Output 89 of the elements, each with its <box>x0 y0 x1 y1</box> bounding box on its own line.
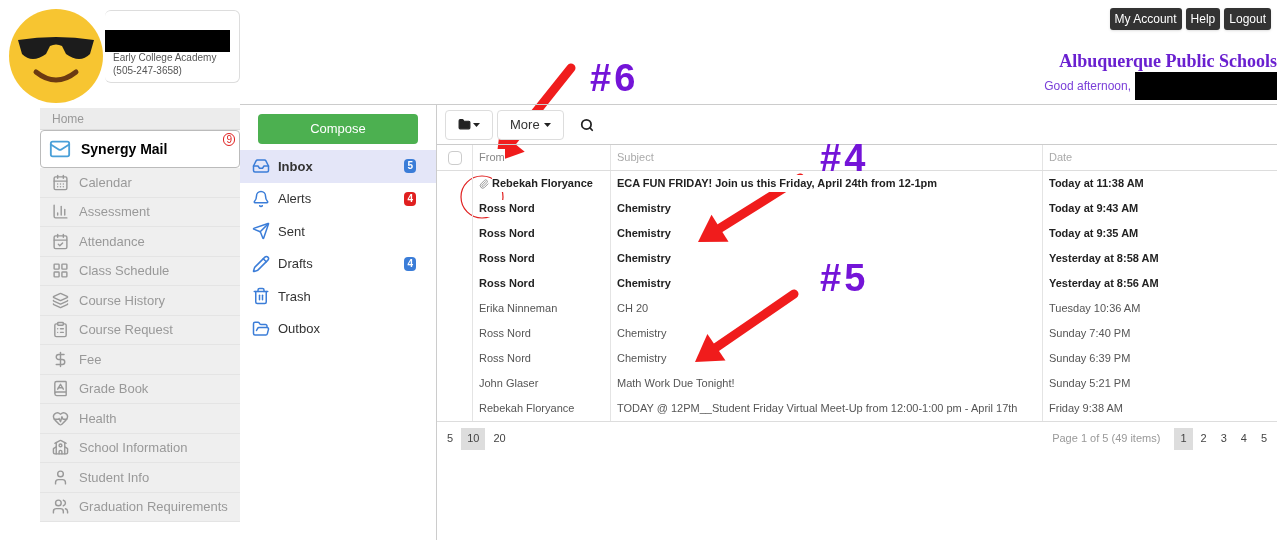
page-size-option[interactable]: 5 <box>441 427 460 450</box>
sender-cell: Rebekah Floryance <box>492 175 593 192</box>
nav-label: Student Info <box>79 468 150 487</box>
nav-label: Course Request <box>79 321 173 339</box>
envelope-icon <box>49 138 71 160</box>
nav-label: Course History <box>79 291 165 310</box>
folder-label: Drafts <box>278 255 314 273</box>
date-cell-text: Sunday 7:40 PM <box>1049 326 1131 342</box>
page-button[interactable]: 4 <box>1234 427 1253 450</box>
caret-icon <box>543 122 551 127</box>
date-cell-text: Yesterday at 8:56 AM <box>1049 276 1159 292</box>
header-button[interactable]: My Account <box>1109 8 1182 30</box>
annotation-label: #6 <box>590 58 639 98</box>
trash-icon <box>252 287 270 306</box>
pencil-icon <box>252 254 270 273</box>
grid-icon <box>52 262 69 280</box>
folder-dropdown[interactable] <box>445 109 493 140</box>
nav-label: Grade Book <box>79 380 149 398</box>
subject-cell: ECA FUN FRIDAY! Join us this Friday, April 24th from 12-1pm <box>617 175 938 192</box>
layers-icon <box>52 291 69 309</box>
folder-item[interactable]: Outbox <box>240 312 436 345</box>
folder-icon <box>458 118 471 131</box>
date-cell-text: Sunday 6:39 PM <box>1049 351 1131 367</box>
nav-label: Fee <box>79 350 102 369</box>
date-cell-text: Friday 9:38 AM <box>1049 401 1123 417</box>
calendar-check-icon <box>52 232 69 250</box>
annotation-label: #5 <box>820 258 869 298</box>
folder-label: Sent <box>278 222 306 241</box>
date-cell-text: Today at 11:38 AM <box>1049 176 1144 192</box>
annotation-label: #4 <box>820 138 869 178</box>
folder-item[interactable]: Trash <box>240 280 436 313</box>
date-cell-text: Sunday 5:21 PM <box>1049 376 1131 392</box>
count-badge: 4 <box>404 256 416 271</box>
page-size-option[interactable]: 20 <box>487 427 512 450</box>
date-cell-text: Tuesday 10:36 AM <box>1049 301 1141 317</box>
nav-label: Attendance <box>79 232 145 251</box>
unread-badge: 9 <box>223 133 235 146</box>
nav-label: School Information <box>79 439 188 457</box>
nav-label: Class Schedule <box>79 262 170 280</box>
school-name: Early College Academy <box>112 52 218 64</box>
district-name: Albuquerque Public Schools <box>1059 50 1277 72</box>
person-icon <box>52 468 69 486</box>
send-icon <box>252 222 270 241</box>
clipboard-icon <box>52 321 69 339</box>
calendar-icon <box>52 173 69 191</box>
page-button[interactable]: 1 <box>1174 427 1193 450</box>
school-icon <box>52 439 69 457</box>
greeting: Good afternoon, <box>1044 78 1131 95</box>
bell-icon <box>252 189 270 208</box>
folder-label: Alerts <box>278 190 313 208</box>
school-phone: (505-247-3658) <box>112 64 183 77</box>
inbox-icon <box>252 157 270 176</box>
nav-label: Graduation Requirements <box>79 498 228 516</box>
folder-item[interactable]: Inbox 5 <box>240 150 436 183</box>
page-summary: Page 1 of 5 (49 items) <box>1052 431 1161 447</box>
folder-item[interactable]: Sent <box>240 215 436 248</box>
nav-item[interactable]: Synergy Mail 9 <box>40 130 240 168</box>
folder-item[interactable]: Alerts 4 <box>240 182 436 215</box>
page-size-option[interactable]: 10 <box>461 427 486 450</box>
nav-label: Synergy Mail <box>81 139 168 159</box>
date-cell-text: Yesterday at 8:58 AM <box>1049 251 1159 267</box>
count-badge: 5 <box>404 159 416 174</box>
more-dropdown[interactable]: More <box>497 109 564 140</box>
folder-icon <box>252 319 270 338</box>
book-icon <box>52 380 69 398</box>
header-button[interactable]: Help <box>1185 8 1221 30</box>
folder-label: Outbox <box>278 320 321 338</box>
header-button[interactable]: Logout <box>1224 8 1271 30</box>
date-cell-text: Today at 9:35 AM <box>1049 226 1139 242</box>
people-icon <box>52 498 69 516</box>
folder-item[interactable]: Drafts 4 <box>240 247 436 280</box>
page-button[interactable]: 3 <box>1214 427 1233 450</box>
count-badge: 4 <box>404 191 416 206</box>
nav-label: Health <box>79 409 117 428</box>
nav-label: Assessment <box>79 203 150 221</box>
caret-icon <box>473 122 480 127</box>
page-button[interactable]: 2 <box>1194 427 1213 450</box>
heart-pulse-icon <box>52 409 69 427</box>
nav-label: Calendar <box>79 173 132 192</box>
page-button[interactable]: 5 <box>1254 427 1273 450</box>
select-all-checkbox[interactable] <box>447 150 462 165</box>
date-cell-text: Today at 9:43 AM <box>1049 201 1139 217</box>
search-icon[interactable] <box>579 117 594 132</box>
column-header: Date <box>1049 150 1073 166</box>
sender-cell: Ross Nord <box>479 200 535 217</box>
column-header: Subject <box>617 150 654 166</box>
folder-label: Inbox <box>278 157 314 176</box>
folder-label: Trash <box>278 287 312 306</box>
bar-chart-icon <box>52 203 69 221</box>
